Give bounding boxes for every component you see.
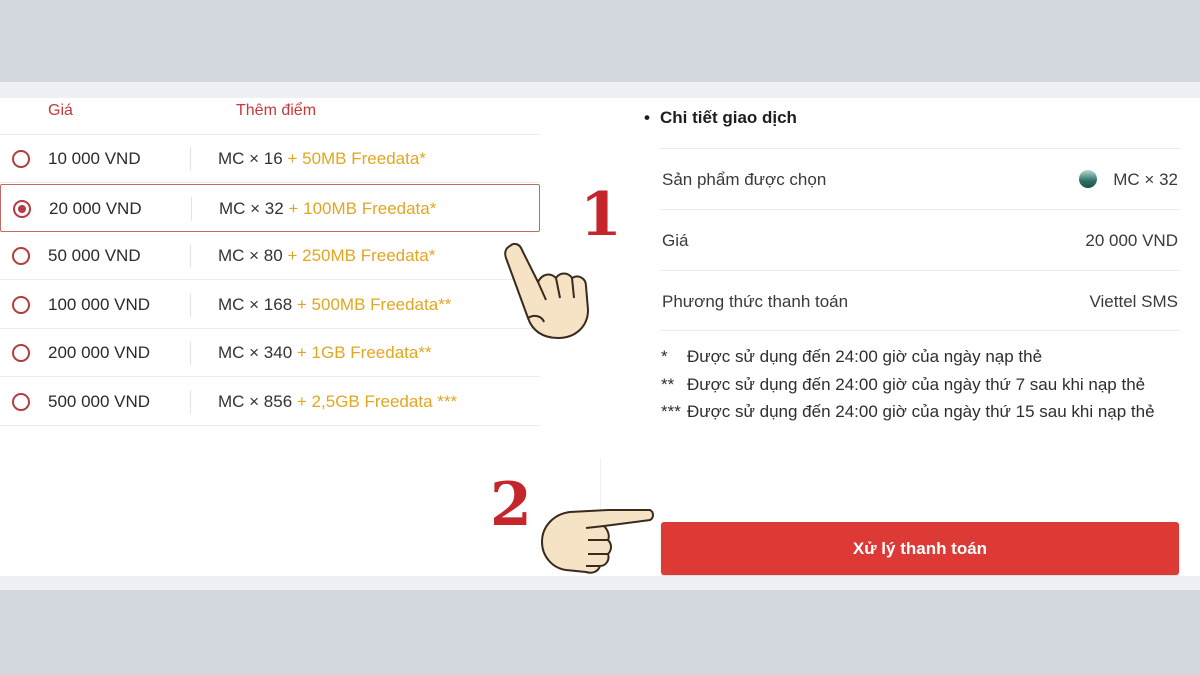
payment-method-label: Phương thức thanh toán: [662, 292, 849, 311]
bonus-column-header: Thêm điểm: [236, 102, 317, 119]
option-bonus-freedata: + 100MB Freedata*: [283, 198, 437, 218]
price-label: Giá: [662, 231, 689, 250]
detail-row-price: Giá 20 000 VND: [660, 209, 1180, 270]
product-value: MC × 32: [1079, 170, 1178, 190]
option-bonus-points: MC × 856: [218, 392, 293, 411]
option-bonus-points: MC × 168: [218, 294, 293, 314]
payment-panel: Giá Thêm điểm 10 000 VND MC × 16 + 50MB F…: [0, 98, 1200, 576]
option-bonus: MC × 168 + 500MB Freedata**: [218, 295, 451, 315]
process-payment-button[interactable]: Xử lý thanh toán: [661, 522, 1179, 575]
details-divider: [660, 330, 1180, 331]
pointing-hand-icon: [541, 509, 654, 574]
option-price: 20 000 VND: [49, 198, 142, 218]
option-price: 500 000 VND: [48, 392, 151, 411]
footnote-mark: *: [661, 347, 668, 366]
price-value: 20 000 VND: [1085, 231, 1178, 250]
footnote-text: Được sử dụng đến 24:00 giờ của ngày thứ …: [687, 402, 1155, 421]
price-option-row[interactable]: 200 000 VND MC × 340 + 1GB Freedata**: [0, 329, 540, 378]
radio-button[interactable]: [12, 150, 30, 168]
option-price: 200 000 VND: [48, 343, 151, 363]
footnote: *** Được sử dụng đến 24:00 giờ của ngày t…: [661, 398, 1176, 426]
footnote-text: Được sử dụng đến 24:00 giờ của ngày thứ …: [687, 374, 1146, 394]
option-bonus-points: MC × 340: [218, 343, 293, 363]
price-option-row[interactable]: 100 000 VND MC × 168 + 500MB Freedata**: [0, 281, 540, 329]
price-option-row[interactable]: 50 000 VND MC × 80 + 250MB Freedata*: [0, 232, 540, 281]
footnote-text: Được sử dụng đến 24:00 giờ của ngày nạp …: [687, 347, 1043, 366]
cell-separator: [190, 390, 191, 414]
cell-separator: [190, 244, 191, 269]
option-price: 50 000 VND: [48, 246, 141, 266]
cell-separator: [190, 341, 191, 366]
bottom-band: [0, 576, 1200, 590]
cell-separator: [190, 147, 191, 171]
top-band: [0, 82, 1200, 98]
option-bonus-freedata: + 50MB Freedata*: [282, 149, 426, 168]
option-bonus: MC × 32 + 100MB Freedata*: [219, 199, 436, 219]
radio-button[interactable]: [12, 247, 30, 266]
bullet-icon: •: [644, 108, 650, 127]
transaction-details-title-text: Chi tiết giao dịch: [660, 108, 797, 127]
footnote: ** Được sử dụng đến 24:00 giờ của ngày th…: [661, 371, 1176, 399]
radio-button[interactable]: [12, 295, 30, 314]
detail-row-method: Phương thức thanh toán Viettel SMS: [660, 270, 1180, 331]
radio-dot: [18, 204, 26, 213]
footnote-mark: ***: [661, 402, 681, 421]
option-bonus: MC × 16 + 50MB Freedata*: [218, 149, 426, 169]
coin-icon: [1079, 170, 1098, 188]
price-column-header: Giá: [48, 102, 73, 119]
price-option-row[interactable]: 20 000 VND MC × 32 + 100MB Freedata*: [0, 183, 540, 232]
product-value-text: MC × 32: [1113, 170, 1178, 189]
option-bonus: MC × 340 + 1GB Freedata**: [218, 343, 432, 363]
radio-button[interactable]: [12, 344, 30, 363]
footnotes: * Được sử dụng đến 24:00 giờ của ngày nạp…: [661, 343, 1176, 426]
radio-selected[interactable]: [13, 199, 31, 218]
transaction-details-title: • Chi tiết giao dịch: [644, 108, 797, 128]
footnote-mark: **: [661, 374, 675, 394]
option-bonus: MC × 80 + 250MB Freedata*: [218, 246, 435, 266]
footnote: * Được sử dụng đến 24:00 giờ của ngày nạp…: [661, 343, 1176, 371]
detail-row-product: Sản phẩm được chọn MC × 32: [660, 148, 1180, 209]
cell-separator: [190, 292, 191, 317]
option-bonus-freedata: + 2,5GB Freedata ***: [292, 392, 458, 411]
radio-button[interactable]: [12, 393, 30, 411]
price-option-row[interactable]: 500 000 VND MC × 856 + 2,5GB Freedata ***: [0, 378, 540, 426]
step-number-2: 2: [490, 470, 532, 540]
option-bonus-freedata: + 250MB Freedata*: [282, 246, 436, 266]
option-bonus: MC × 856 + 2,5GB Freedata ***: [218, 392, 457, 412]
option-price: 10 000 VND: [48, 149, 141, 168]
cell-separator: [191, 196, 192, 221]
payment-method-value: Viettel SMS: [1089, 292, 1178, 311]
option-bonus-freedata: + 500MB Freedata**: [292, 294, 452, 314]
pointing-hand-icon: [504, 242, 589, 339]
option-bonus-points: MC × 32: [219, 198, 284, 218]
price-option-row[interactable]: 10 000 VND MC × 16 + 50MB Freedata*: [0, 135, 540, 183]
option-bonus-points: MC × 16: [218, 149, 283, 168]
option-price: 100 000 VND: [48, 294, 151, 314]
product-label: Sản phẩm được chọn: [662, 170, 827, 189]
option-bonus-freedata: + 1GB Freedata**: [292, 343, 432, 363]
option-bonus-points: MC × 80: [218, 246, 283, 266]
